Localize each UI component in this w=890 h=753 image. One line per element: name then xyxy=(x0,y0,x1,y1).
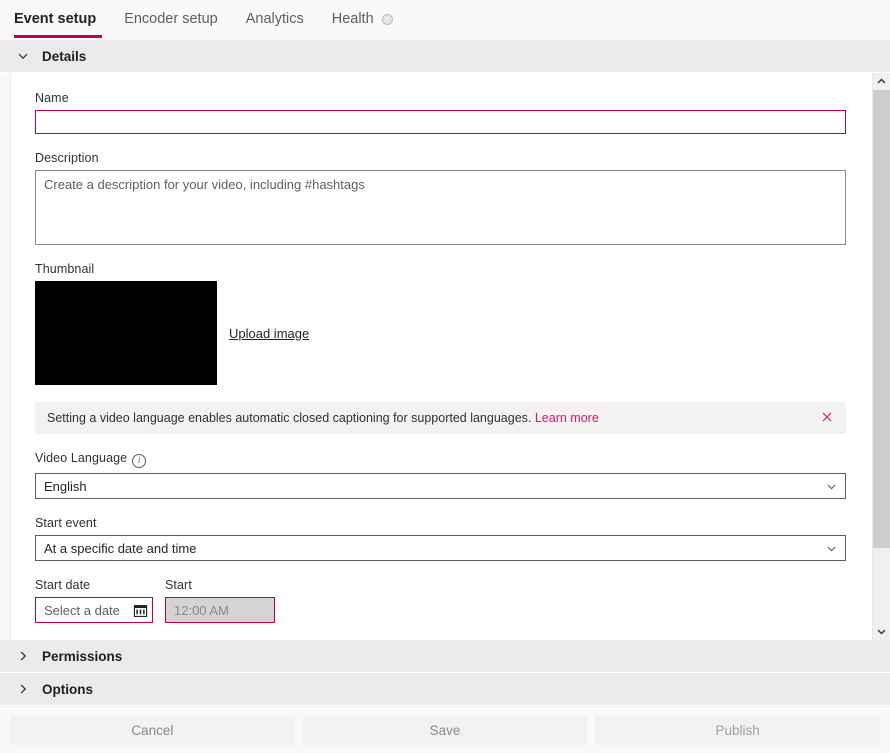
details-body: Name Description Thumbnail Upload image xyxy=(0,73,890,640)
field-name: Name xyxy=(35,91,846,134)
video-language-select[interactable]: English xyxy=(35,473,846,499)
tab-encoder-setup-label: Encoder setup xyxy=(124,11,218,27)
banner-text-wrap: Setting a video language enables automat… xyxy=(47,411,818,425)
save-button[interactable]: Save xyxy=(302,715,588,745)
left-gutter xyxy=(0,73,11,640)
label-description: Description xyxy=(35,151,99,165)
tab-health[interactable]: Health xyxy=(318,0,407,38)
tab-event-setup[interactable]: Event setup xyxy=(10,0,110,38)
start-date-placeholder: Select a date xyxy=(44,602,120,618)
section-title-options: Options xyxy=(42,681,93,697)
label-start-event: Start event xyxy=(35,516,97,530)
start-time-input[interactable]: 12:00 AM xyxy=(165,597,275,623)
scrollbar-thumb[interactable] xyxy=(873,90,890,549)
section-header-options[interactable]: Options xyxy=(0,673,890,706)
field-start-datetime: Start date Select a date Start 12:00 AM xyxy=(35,578,846,623)
captioning-info-banner: Setting a video language enables automat… xyxy=(35,402,846,434)
scrollbar-track[interactable] xyxy=(873,90,890,623)
tab-encoder-setup[interactable]: Encoder setup xyxy=(110,0,232,38)
start-date-input[interactable]: Select a date xyxy=(35,597,153,623)
upload-image-link[interactable]: Upload image xyxy=(229,326,309,341)
chevron-down-icon xyxy=(10,50,36,62)
label-name: Name xyxy=(35,91,69,105)
video-language-value: English xyxy=(44,478,87,494)
tab-event-setup-label: Event setup xyxy=(14,11,97,27)
start-time-col: Start 12:00 AM xyxy=(165,578,275,623)
label-video-language: Video Language i xyxy=(35,451,846,468)
event-details-form: Name Description Thumbnail Upload image xyxy=(11,91,872,623)
start-event-value: At a specific date and time xyxy=(44,540,197,556)
thumbnail-preview xyxy=(35,281,217,385)
field-video-language: Video Language i English xyxy=(35,451,846,499)
field-start-event: Start event At a specific date and time xyxy=(35,516,846,561)
chevron-right-icon xyxy=(10,650,36,662)
label-start-time: Start xyxy=(165,578,192,592)
field-thumbnail: Thumbnail Upload image xyxy=(35,262,846,385)
start-time-value: 12:00 AM xyxy=(174,602,229,618)
vertical-scrollbar[interactable] xyxy=(872,73,890,640)
label-start-date: Start date xyxy=(35,578,91,592)
banner-message: Setting a video language enables automat… xyxy=(47,411,532,425)
calendar-icon xyxy=(133,603,148,618)
label-video-language-text: Video Language xyxy=(35,451,128,465)
label-thumbnail: Thumbnail xyxy=(35,262,95,276)
section-header-permissions[interactable]: Permissions xyxy=(0,640,890,673)
tab-analytics[interactable]: Analytics xyxy=(232,0,318,38)
video-language-select-wrap: English xyxy=(35,473,846,499)
cancel-button[interactable]: Cancel xyxy=(10,715,295,745)
description-textarea[interactable] xyxy=(35,170,846,245)
start-event-select-wrap: At a specific date and time xyxy=(35,535,846,561)
learn-more-link[interactable]: Learn more xyxy=(535,411,599,425)
section-header-details[interactable]: Details xyxy=(0,40,890,73)
tab-health-label: Health xyxy=(331,11,374,27)
details-scroll-area: Name Description Thumbnail Upload image xyxy=(11,73,872,640)
publish-button[interactable]: Publish xyxy=(595,715,881,745)
start-date-col: Start date Select a date xyxy=(35,578,153,623)
footer-actions: Cancel Save Publish xyxy=(0,706,890,753)
chevron-right-icon xyxy=(10,683,36,695)
status-dot-icon xyxy=(381,13,393,25)
tab-analytics-label: Analytics xyxy=(245,11,304,27)
name-input[interactable] xyxy=(35,110,846,134)
thumbnail-row: Upload image xyxy=(35,281,846,385)
info-icon[interactable]: i xyxy=(132,454,147,468)
section-title-details: Details xyxy=(42,48,87,64)
tab-bar: Event setup Encoder setup Analytics Heal… xyxy=(0,0,890,40)
field-description: Description xyxy=(35,151,846,245)
event-setup-window: Event setup Encoder setup Analytics Heal… xyxy=(0,0,890,753)
start-event-select[interactable]: At a specific date and time xyxy=(35,535,846,561)
close-icon[interactable] xyxy=(818,412,836,424)
scroll-up-button[interactable] xyxy=(873,73,890,90)
scroll-down-button[interactable] xyxy=(873,623,890,640)
section-title-permissions: Permissions xyxy=(42,648,123,664)
